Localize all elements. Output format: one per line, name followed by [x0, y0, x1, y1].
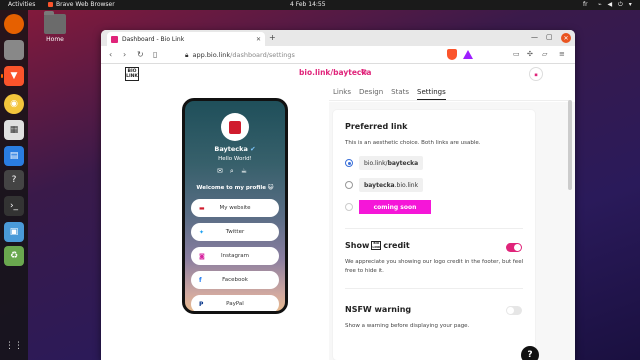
cup-icon[interactable]: ☕︎: [241, 167, 247, 176]
profile-link-twitter[interactable]: ✦ Twitter: [191, 223, 279, 241]
instagram-icon: ◙: [199, 252, 205, 260]
url-path: /dashboard/settings: [230, 51, 295, 59]
close-tab-icon[interactable]: ✕: [256, 36, 261, 43]
active-app-menu[interactable]: Brave Web Browser: [48, 1, 115, 8]
brave-dock-icon[interactable]: ▼: [1, 66, 24, 86]
profile-avatar: [221, 113, 249, 141]
profile-link-paypal[interactable]: P PayPal: [191, 295, 279, 311]
browser-window: Dashboard - Bio Link ✕ + — ▢ ✕ ‹ › ↻ ▯ 🔒…: [101, 30, 575, 360]
close-window-icon[interactable]: ✕: [561, 33, 571, 43]
page-content: BIO LINK bio.link/baytecka ⧉ ◼ Links Des…: [101, 64, 575, 360]
extensions-icon[interactable]: ✣: [527, 50, 533, 58]
system-top-bar: Activities Brave Web Browser 4 Feb 14:55…: [0, 0, 640, 10]
section-divider: [345, 228, 523, 229]
wallet-icon[interactable]: ▭: [513, 50, 520, 58]
screenshot-icon[interactable]: ▣: [4, 222, 24, 242]
menu-icon[interactable]: ≡: [559, 50, 565, 58]
bookmark-icon[interactable]: ▯: [153, 50, 157, 59]
reload-icon[interactable]: ↻: [137, 50, 144, 59]
dock: ▼ ◉ ▦ ▤ ? ›_ ▣ ♻ ⋮⋮: [0, 10, 28, 360]
back-icon[interactable]: ‹: [109, 50, 112, 59]
brave-shield-icon[interactable]: [447, 49, 457, 60]
show-credit-desc: We appreciate you showing our logo credi…: [345, 259, 524, 274]
profile-link-facebook[interactable]: f Facebook: [191, 271, 279, 289]
profile-bio: Hello World!: [218, 156, 252, 162]
tab-settings[interactable]: Settings: [417, 88, 446, 100]
twitter-icon: ✦: [199, 228, 205, 236]
user-avatar[interactable]: ◼: [529, 67, 543, 81]
tab-stats[interactable]: Stats: [391, 88, 409, 100]
radio-option-2[interactable]: [345, 181, 353, 189]
tab-links[interactable]: Links: [333, 88, 351, 100]
website-icon: ▬: [199, 204, 205, 212]
help-button[interactable]: ?: [521, 346, 539, 360]
vpn-icon[interactable]: ▱: [542, 50, 547, 58]
section-divider: [345, 288, 523, 289]
nsfw-title: NSFW warning: [345, 305, 412, 314]
input-language[interactable]: fr: [583, 1, 588, 8]
show-apps-icon[interactable]: ⋮⋮: [4, 336, 24, 356]
show-credit-toggle[interactable]: [506, 243, 522, 252]
biolink-favicon-icon: [111, 35, 118, 43]
tabs-divider: [329, 100, 569, 101]
home-label: Home: [46, 36, 64, 43]
option-coming-soon: coming soon: [359, 200, 431, 214]
software-icon[interactable]: ▦: [4, 120, 24, 140]
page-scrollbar[interactable]: [568, 100, 572, 190]
system-tray[interactable]: ⌁ ◀ ⏻ ▾: [598, 1, 634, 9]
mail-icon[interactable]: ✉: [217, 167, 223, 176]
paypal-icon: P: [199, 300, 204, 308]
preferred-link-desc: This is an aesthetic choice. Both links …: [345, 140, 481, 146]
clock[interactable]: 4 Feb 14:55: [290, 1, 326, 8]
preferred-link-title: Preferred link: [345, 122, 408, 131]
profile-link-website[interactable]: ▬ My website: [191, 199, 279, 217]
facebook-icon: f: [199, 276, 202, 284]
minimize-icon[interactable]: —: [531, 33, 538, 41]
terminal-icon[interactable]: ›_: [4, 196, 24, 216]
tab-design[interactable]: Design: [359, 88, 383, 100]
folder-icon: [44, 11, 66, 34]
tab-title: Dashboard - Bio Link: [122, 35, 185, 43]
trash-icon[interactable]: ♻: [4, 246, 24, 266]
dashboard-tabs: Links Design Stats Settings: [333, 88, 446, 100]
url-host: app.bio.link: [192, 51, 231, 59]
lock-icon: 🔒︎: [185, 50, 189, 59]
brave-icon: [48, 2, 53, 7]
profile-name: Baytecka ✔: [214, 145, 256, 153]
profile-welcome: Welcome to my profile 😺: [196, 185, 274, 191]
activities-button[interactable]: Activities: [8, 1, 35, 8]
option-subdomain-link[interactable]: baytecka .bio.link: [359, 178, 424, 192]
profile-logo-icon: [229, 120, 241, 134]
pin-icon[interactable]: ⌕: [230, 167, 234, 176]
rhythmbox-icon[interactable]: ◉: [4, 94, 24, 114]
maximize-icon[interactable]: ▢: [546, 33, 553, 41]
biolink-mini-logo-icon: BIO LINK: [371, 241, 382, 250]
url-input[interactable]: 🔒︎ app.bio.link/dashboard/settings: [185, 49, 445, 61]
option-path-link[interactable]: bio.link/baytecka: [359, 156, 424, 170]
settings-card: Preferred link This is an aesthetic choi…: [333, 110, 535, 360]
verified-icon: ✔: [250, 145, 256, 153]
show-credit-title: Show BIO LINK credit: [345, 241, 410, 250]
biolink-logo[interactable]: BIO LINK: [125, 67, 139, 81]
firefox-icon[interactable]: [4, 14, 24, 34]
brave-rewards-icon[interactable]: [463, 50, 473, 59]
profile-social-icons: ✉ ⌕ ☕︎: [217, 167, 247, 176]
radio-option-1[interactable]: [345, 159, 353, 167]
writer-icon[interactable]: ▤: [4, 146, 24, 166]
new-tab-icon[interactable]: +: [269, 33, 276, 42]
address-bar: ‹ › ↻ ▯ 🔒︎ app.bio.link/dashboard/settin…: [101, 46, 575, 64]
phone-preview: Baytecka ✔ Hello World! ✉ ⌕ ☕︎ Welcome t…: [182, 98, 288, 314]
files-icon[interactable]: [4, 40, 24, 60]
forward-icon[interactable]: ›: [123, 50, 126, 59]
radio-option-3: [345, 203, 353, 211]
copy-icon[interactable]: ⧉: [361, 67, 367, 77]
profile-link-instagram[interactable]: ◙ Instagram: [191, 247, 279, 265]
nsfw-toggle[interactable]: [506, 306, 522, 315]
active-app-name: Brave Web Browser: [56, 1, 115, 8]
tab-bar: Dashboard - Bio Link ✕ + — ▢ ✕: [101, 30, 575, 46]
nsfw-desc: Show a warning before displaying your pa…: [345, 323, 470, 329]
desktop-home-folder[interactable]: Home: [42, 11, 68, 43]
help-icon[interactable]: ?: [4, 170, 24, 190]
browser-tab[interactable]: Dashboard - Bio Link ✕: [107, 32, 265, 46]
